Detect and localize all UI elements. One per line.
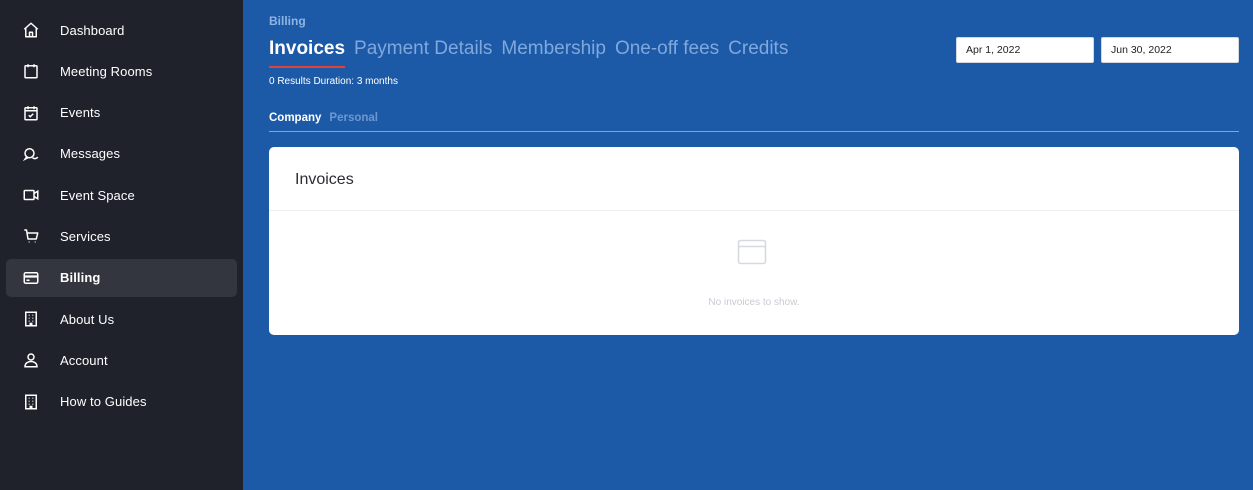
- results-summary: 0 Results Duration: 3 months: [269, 76, 398, 87]
- app: Dashboard Meeting Rooms Events Messages …: [0, 0, 1253, 490]
- invoices-card: Invoices No invoices to show.: [269, 147, 1239, 335]
- account-type-tabs: Company Personal: [269, 112, 378, 124]
- tab-membership[interactable]: Membership: [501, 38, 606, 60]
- start-date-field[interactable]: [956, 37, 1094, 63]
- tab-invoices[interactable]: Invoices: [269, 38, 346, 68]
- tab-credits[interactable]: Credits: [728, 38, 788, 60]
- tab-company[interactable]: Company: [269, 112, 321, 124]
- sidebar-item-label: How to Guides: [60, 394, 147, 410]
- sidebar-item-label: Billing: [60, 270, 101, 286]
- sidebar-item-label: About Us: [60, 311, 115, 327]
- sidebar-item-messages[interactable]: Messages: [6, 135, 237, 173]
- calendar-check-icon: [22, 104, 40, 122]
- cart-icon: [22, 227, 40, 245]
- empty-window-icon: [737, 239, 767, 265]
- chat-bubbles-icon: [22, 145, 40, 163]
- sidebar-item-billing[interactable]: Billing: [6, 258, 237, 297]
- video-camera-icon: [22, 186, 40, 204]
- sidebar-item-label: Meeting Rooms: [60, 63, 153, 79]
- sidebar-item-label: Services: [60, 228, 111, 244]
- empty-state-message: No invoices to show.: [708, 297, 800, 308]
- sidebar-item-label: Events: [60, 105, 101, 121]
- sidebar-item-how-to-guides[interactable]: How to Guides: [6, 383, 237, 421]
- main-content: Billing Invoices Payment Details Members…: [243, 0, 1253, 490]
- calendar-icon: [22, 62, 40, 80]
- sidebar-item-label: Dashboard: [60, 22, 125, 38]
- home-icon: [22, 21, 40, 39]
- building-icon: [22, 393, 40, 411]
- divider: [269, 131, 1239, 132]
- sidebar-item-account[interactable]: Account: [6, 341, 237, 379]
- sidebar-item-label: Account: [60, 352, 108, 368]
- divider: [269, 210, 1239, 211]
- billing-tabs: Invoices Payment Details Membership One-…: [269, 38, 788, 68]
- sidebar-item-about-us[interactable]: About Us: [6, 300, 237, 338]
- card-title: Invoices: [295, 171, 354, 188]
- sidebar-item-dashboard[interactable]: Dashboard: [6, 11, 237, 49]
- end-date-field[interactable]: [1101, 37, 1239, 63]
- sidebar-item-services[interactable]: Services: [6, 217, 237, 255]
- sidebar-item-event-space[interactable]: Event Space: [6, 176, 237, 214]
- user-icon: [22, 351, 40, 369]
- sidebar-item-label: Event Space: [60, 187, 135, 203]
- tab-one-off-fees[interactable]: One-off fees: [615, 38, 719, 60]
- sidebar-item-events[interactable]: Events: [6, 94, 237, 132]
- building-icon: [22, 310, 40, 328]
- sidebar: Dashboard Meeting Rooms Events Messages …: [0, 0, 243, 490]
- sidebar-item-label: Messages: [60, 146, 121, 162]
- tab-personal[interactable]: Personal: [329, 112, 378, 124]
- sidebar-item-meeting-rooms[interactable]: Meeting Rooms: [6, 52, 237, 90]
- breadcrumb[interactable]: Billing: [269, 14, 306, 28]
- tab-payment-details[interactable]: Payment Details: [354, 38, 492, 60]
- credit-card-icon: [22, 269, 40, 287]
